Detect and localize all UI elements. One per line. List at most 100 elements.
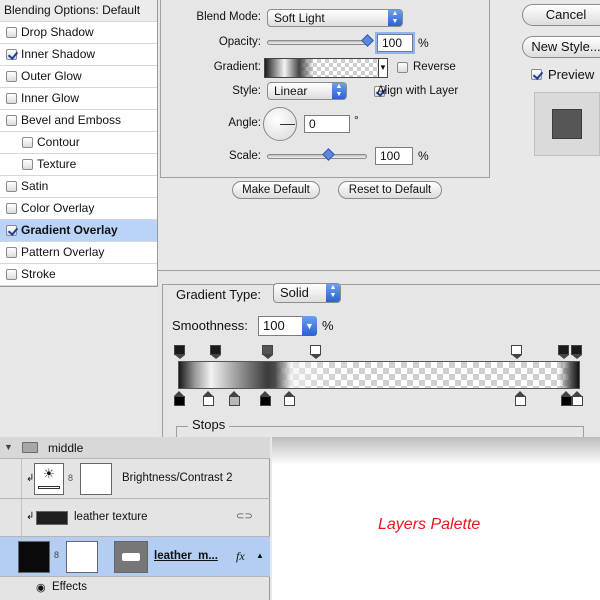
layer-row-selected[interactable]: 8 leather_m... fx ▲ <box>0 537 270 577</box>
opacity-stop[interactable] <box>511 345 522 359</box>
color-stop[interactable] <box>284 391 295 407</box>
style-item-satin[interactable]: Satin <box>0 176 157 198</box>
opacity-stop[interactable] <box>310 345 321 359</box>
gradient-type-value: Solid <box>280 285 309 300</box>
mask-thumbnail[interactable] <box>66 541 98 573</box>
style-item-gradient-overlay[interactable]: Gradient Overlay <box>0 220 157 242</box>
new-style-button[interactable]: New Style... <box>522 36 600 58</box>
gradient-picker[interactable]: ▼ <box>264 58 388 78</box>
eye-icon[interactable]: ◉ <box>36 581 46 594</box>
style-item-inner-shadow[interactable]: Inner Shadow <box>0 44 157 66</box>
vector-shape-icon <box>122 553 140 561</box>
angle-input[interactable]: 0 <box>304 115 350 133</box>
style-item-texture[interactable]: Texture <box>0 154 157 176</box>
link-icon[interactable]: 8 <box>68 473 73 483</box>
style-checkbox[interactable] <box>6 71 17 82</box>
style-item-label: Outer Glow <box>21 69 82 83</box>
style-item-bevel-and-emboss[interactable]: Bevel and Emboss <box>0 110 157 132</box>
blending-options-item[interactable]: Blending Options: Default <box>0 0 157 22</box>
color-stop[interactable] <box>515 391 526 407</box>
disclosure-triangle-icon[interactable]: ▼ <box>4 442 13 452</box>
opacity-stop[interactable] <box>174 345 185 359</box>
scale-input[interactable]: 100 <box>375 147 413 165</box>
style-checkbox[interactable] <box>6 203 17 214</box>
blend-mode-value: Soft Light <box>274 11 325 25</box>
effects-row[interactable]: ◉ Effects <box>0 577 270 600</box>
style-item-drop-shadow[interactable]: Drop Shadow <box>0 22 157 44</box>
style-item-inner-glow[interactable]: Inner Glow <box>0 88 157 110</box>
angle-dial[interactable] <box>263 107 297 141</box>
layer-thumbnail <box>18 541 50 573</box>
preview-checkbox[interactable] <box>531 69 542 80</box>
select-arrows-icon: ▲ ▼ <box>388 10 402 26</box>
color-stop[interactable] <box>203 391 214 407</box>
style-label: Style: <box>232 85 261 97</box>
visibility-column[interactable] <box>0 459 22 498</box>
style-checkbox[interactable] <box>6 225 17 236</box>
color-stop[interactable] <box>572 391 583 407</box>
effects-label: Effects <box>52 581 87 593</box>
style-checkbox[interactable] <box>6 93 17 104</box>
style-item-color-overlay[interactable]: Color Overlay <box>0 198 157 220</box>
style-item-pattern-overlay[interactable]: Pattern Overlay <box>0 242 157 264</box>
color-stop[interactable] <box>260 391 271 407</box>
group-name: middle <box>48 441 84 455</box>
smoothness-dropdown-icon[interactable]: ▼ <box>302 316 317 336</box>
fx-icon[interactable]: fx <box>236 549 245 564</box>
align-with-layer-label: Align with Layer <box>377 85 459 97</box>
scale-label: Scale: <box>229 150 261 162</box>
blend-mode-select[interactable]: Soft Light ▲ ▼ <box>267 9 403 27</box>
angle-label: Angle: <box>228 117 261 129</box>
vector-mask-thumbnail[interactable] <box>114 541 148 573</box>
link-icon[interactable]: 8 <box>54 550 59 560</box>
opacity-input[interactable]: 100 <box>377 34 413 52</box>
opacity-stop[interactable] <box>210 345 221 359</box>
angle-dial-needle <box>280 124 295 125</box>
color-stop[interactable] <box>229 391 240 407</box>
mask-thumbnail[interactable] <box>80 463 112 495</box>
layer-row[interactable]: ↲ ☀ 8 Brightness/Contrast 2 <box>0 459 270 499</box>
scale-slider[interactable] <box>267 154 367 159</box>
gradient-type-label: Gradient Type: <box>174 287 264 302</box>
opacity-stop[interactable] <box>558 345 569 359</box>
style-item-label: Satin <box>21 179 49 193</box>
preview-label: Preview <box>548 67 595 82</box>
reset-to-default-button[interactable]: Reset to Default <box>338 181 442 199</box>
gradient-type-select[interactable]: Solid ▲ ▼ <box>273 283 341 303</box>
color-stop[interactable] <box>561 391 572 407</box>
preview-swatch-frame <box>534 92 600 156</box>
collapse-effects-icon[interactable]: ▲ <box>256 551 264 560</box>
style-item-contour[interactable]: Contour <box>0 132 157 154</box>
opacity-label: Opacity: <box>218 36 261 48</box>
style-checkbox[interactable] <box>6 27 17 38</box>
layer-row[interactable]: ↲ leather texture ⊂⊃ <box>0 499 270 537</box>
style-checkbox[interactable] <box>6 269 17 280</box>
style-checkbox[interactable] <box>6 247 17 258</box>
style-checkbox[interactable] <box>22 137 33 148</box>
visibility-column[interactable] <box>0 499 22 536</box>
gradient-label: Gradient: <box>213 61 261 73</box>
style-select[interactable]: Linear ▲ ▼ <box>267 82 347 100</box>
style-item-label: Inner Glow <box>21 91 80 105</box>
stops-label: Stops <box>188 417 230 432</box>
style-checkbox[interactable] <box>6 49 17 60</box>
layer-group-row[interactable]: ▼ middle <box>0 437 270 459</box>
reverse-checkbox[interactable] <box>397 62 408 73</box>
color-stop[interactable] <box>174 391 185 407</box>
gradient-preview-bar[interactable] <box>178 361 580 389</box>
opacity-stop[interactable] <box>571 345 582 359</box>
layer-thumbnail <box>36 511 68 525</box>
opacity-slider[interactable] <box>267 40 371 45</box>
style-item-stroke[interactable]: Stroke <box>0 264 157 286</box>
make-default-button[interactable]: Make Default <box>232 181 320 199</box>
style-checkbox[interactable] <box>6 115 17 126</box>
smoothness-input[interactable]: 100 <box>258 316 304 336</box>
style-checkbox[interactable] <box>22 159 33 170</box>
gradient-dropdown-icon[interactable]: ▼ <box>378 58 388 78</box>
style-checkbox[interactable] <box>6 181 17 192</box>
cancel-button[interactable]: Cancel <box>522 4 600 26</box>
style-value: Linear <box>274 84 308 98</box>
opacity-stop[interactable] <box>262 345 273 359</box>
style-item-outer-glow[interactable]: Outer Glow <box>0 66 157 88</box>
blending-options-label: Blending Options: Default <box>4 3 141 17</box>
